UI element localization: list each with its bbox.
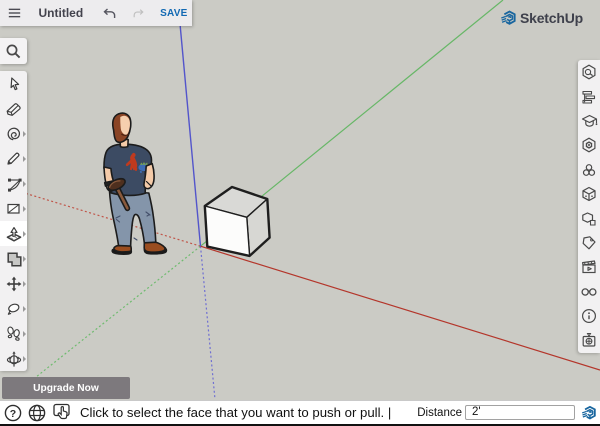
svg-text:?: ? bbox=[10, 408, 16, 420]
